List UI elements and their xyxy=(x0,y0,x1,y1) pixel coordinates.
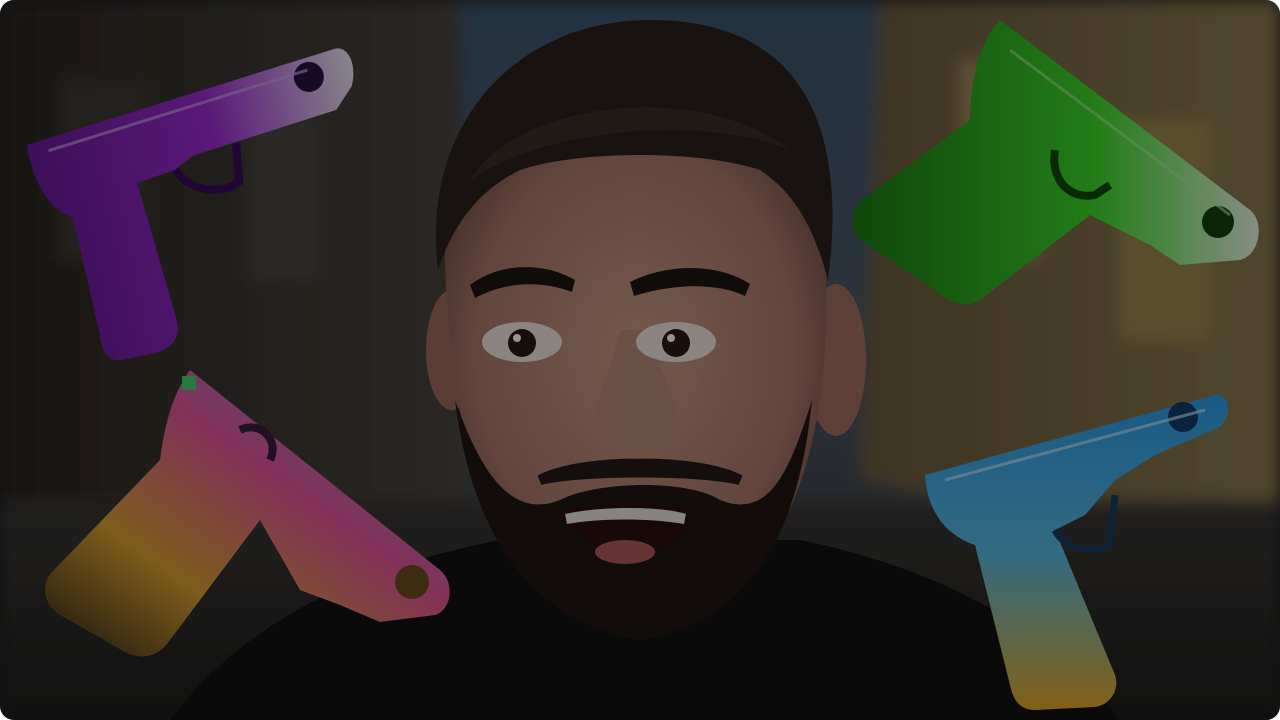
thumbnail-frame xyxy=(0,0,1280,720)
thumbnail-scene xyxy=(0,0,1280,720)
